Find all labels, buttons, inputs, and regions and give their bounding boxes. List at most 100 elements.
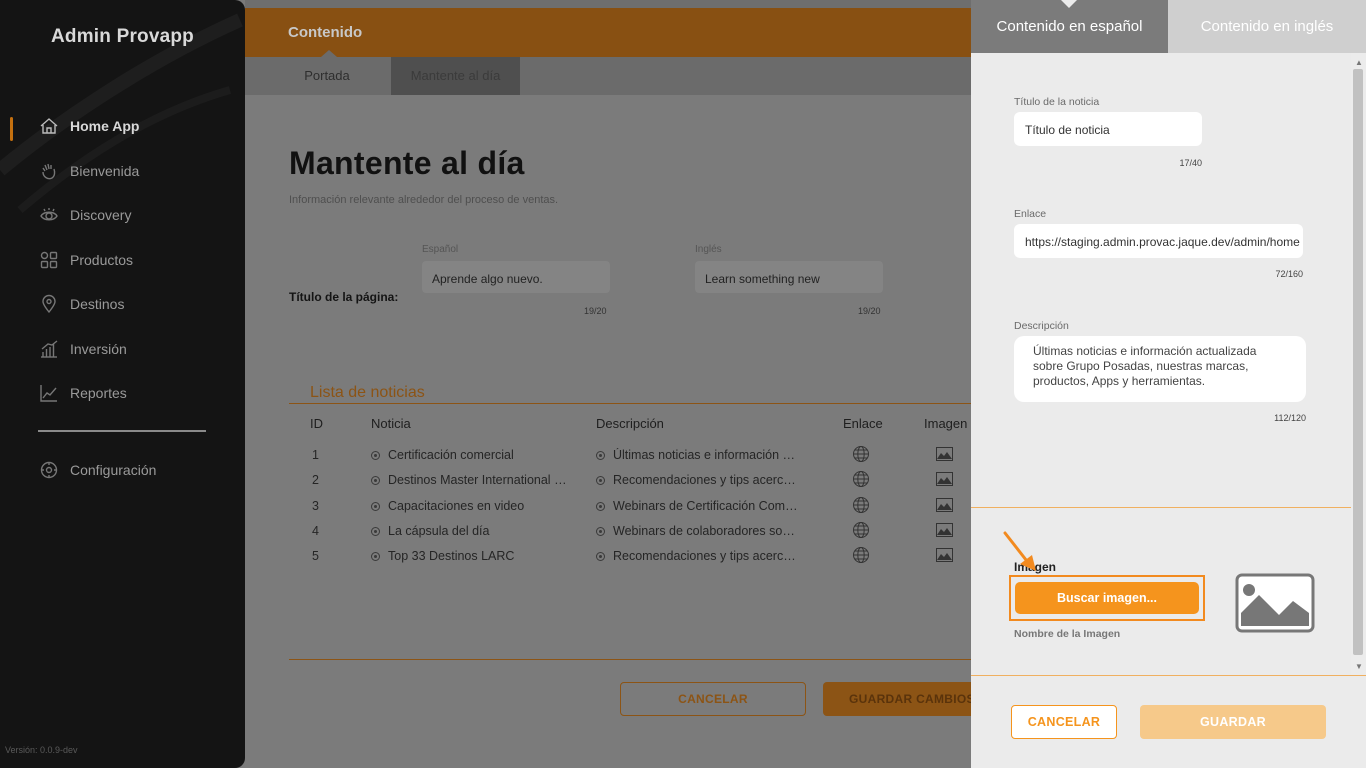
es-input-label: Español [422, 244, 459, 255]
link-label: Enlace [1014, 208, 1047, 220]
bullet-icon [371, 476, 380, 485]
arrow-annotation-icon [1003, 531, 1036, 571]
column-header-descripcion: Descripción [596, 416, 664, 431]
news-title-label: Título de la noticia [1014, 96, 1100, 108]
sidebar-item-productos[interactable]: Productos [38, 246, 133, 274]
row-noticia: Top 33 Destinos LARC [388, 549, 515, 563]
sidebar-item-discovery[interactable]: Discovery [38, 201, 131, 229]
news-list-divider [289, 403, 971, 404]
bullet-icon [371, 451, 380, 460]
version-label: Versión: 0.0.9-dev [5, 745, 78, 755]
bullet-icon [596, 451, 605, 460]
brand-title: Admin Provapp [50, 26, 194, 47]
sidebar-item-bienvenida[interactable]: Bienvenida [38, 157, 139, 185]
link-char-count: 72/160 [1275, 269, 1303, 279]
tab-mantente-al-dia[interactable]: Mantente al día [391, 57, 520, 95]
content-header: Contenido [245, 8, 971, 57]
bullet-icon [371, 552, 380, 561]
wave-hand-icon [38, 160, 60, 182]
cancel-button[interactable]: CANCELAR [620, 682, 806, 716]
news-edit-panel: Contenido en español Contenido en inglés… [971, 0, 1366, 768]
scroll-down-icon[interactable]: ▼ [1355, 662, 1363, 671]
row-id: 2 [312, 473, 319, 487]
news-list-title: Lista de noticias [310, 384, 425, 401]
header-caret [321, 50, 337, 57]
sidebar-item-label: Reportes [70, 385, 127, 401]
sidebar-item-label: Discovery [70, 207, 132, 223]
save-changes-button[interactable]: GUARDAR CAMBIOS [823, 682, 971, 716]
active-indicator [10, 117, 13, 141]
link-input[interactable]: https://staging.admin.provac.jaque.dev/a… [1014, 224, 1303, 258]
eye-icon [38, 204, 60, 226]
sidebar-item-destinos[interactable]: Destinos [38, 290, 124, 318]
sidebar-item-home-app[interactable]: Home App [38, 112, 139, 140]
sidebar-item-label: Configuración [70, 462, 157, 478]
bullet-icon [596, 502, 605, 511]
image-icon[interactable] [936, 472, 953, 486]
search-image-button[interactable]: Buscar imagen... [1015, 582, 1199, 614]
globe-icon[interactable] [852, 470, 870, 488]
column-header-imagen: Imagen [924, 416, 968, 431]
image-icon[interactable] [936, 548, 953, 562]
globe-icon[interactable] [852, 521, 870, 539]
image-icon[interactable] [936, 498, 953, 512]
top-strip [245, 0, 971, 8]
sidebar-divider [38, 430, 206, 432]
tab-caret [1061, 0, 1077, 8]
home-icon [38, 115, 60, 137]
tab-contenido-ingles[interactable]: Contenido en inglés [1168, 0, 1366, 53]
line-chart-icon [38, 382, 60, 404]
image-icon[interactable] [936, 523, 953, 537]
gear-icon [38, 459, 60, 481]
tab-portada[interactable]: Portada [275, 57, 379, 95]
scroll-up-icon[interactable]: ▲ [1355, 58, 1363, 67]
description-textarea[interactable]: Últimas noticias e información actualiza… [1014, 336, 1306, 402]
sidebar-item-inversion[interactable]: Inversión [38, 335, 127, 363]
row-id: 4 [312, 524, 319, 538]
news-title-char-count: 17/40 [1179, 158, 1202, 168]
globe-icon[interactable] [852, 445, 870, 463]
image-icon[interactable] [936, 447, 953, 461]
bullet-icon [371, 502, 380, 511]
news-title-input[interactable]: Título de noticia [1014, 112, 1202, 146]
section-divider [971, 507, 1351, 508]
scrollbar-thumb[interactable] [1353, 69, 1363, 655]
row-id: 5 [312, 549, 319, 563]
image-name-label: Nombre de la Imagen [1014, 628, 1121, 640]
column-header-enlace: Enlace [843, 416, 883, 431]
globe-icon[interactable] [852, 496, 870, 514]
row-noticia: Certificación comercial [388, 448, 514, 462]
row-noticia: Destinos Master International Certificat… [388, 473, 573, 487]
image-placeholder-icon [1235, 573, 1315, 633]
row-descripcion: Últimas noticias e información actualiza… [613, 448, 798, 462]
globe-icon[interactable] [852, 546, 870, 564]
header-title: Contenido [288, 24, 363, 41]
main-content: Contenido Portada Mantente al día Manten… [245, 0, 971, 768]
location-pin-icon [38, 293, 60, 315]
row-descripcion: Recomendaciones y tips acerca de destino… [613, 473, 798, 487]
sidebar-item-label: Inversión [70, 341, 127, 357]
panel-cancel-button[interactable]: CANCELAR [1011, 705, 1117, 739]
bullet-icon [596, 527, 605, 536]
en-char-count: 19/20 [858, 306, 881, 316]
page-title-field-label: Título de la página: [289, 290, 399, 304]
row-descripcion: Webinars de colaboradores sobre temas [613, 524, 798, 538]
panel-scrollbar[interactable]: ▲ ▼ [1351, 53, 1366, 675]
page-title-es-input[interactable]: Aprende algo nuevo. [422, 261, 610, 293]
bullet-icon [596, 476, 605, 485]
sidebar-item-reportes[interactable]: Reportes [38, 379, 127, 407]
page-title-en-input[interactable]: Learn something new [695, 261, 883, 293]
sidebar-item-configuracion[interactable]: Configuración [38, 456, 156, 484]
form-bottom-divider [289, 659, 971, 660]
sidebar: Admin Provapp Home App Bienvenida Discov… [0, 0, 245, 768]
en-input-label: Inglés [695, 244, 722, 255]
row-id: 1 [312, 448, 319, 462]
row-noticia: Capacitaciones en video [388, 499, 525, 513]
sidebar-item-label: Destinos [70, 296, 125, 312]
es-char-count: 19/20 [584, 306, 607, 316]
sidebar-item-label: Home App [70, 118, 140, 134]
row-id: 3 [312, 499, 319, 513]
grid-icon [38, 249, 60, 271]
panel-save-button[interactable]: GUARDAR [1140, 705, 1326, 739]
page-title: Mantente al día [289, 145, 525, 181]
